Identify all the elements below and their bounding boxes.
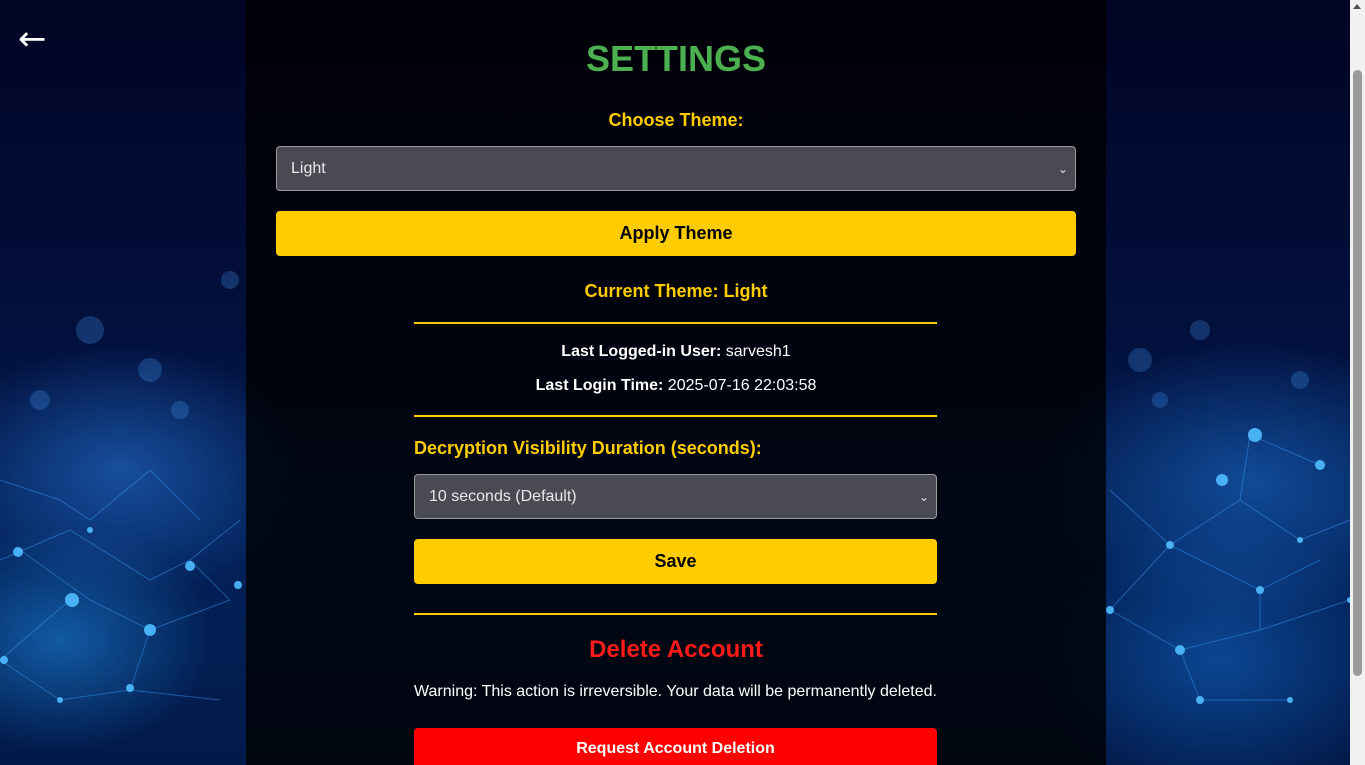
decryption-duration-select[interactable]: 10 seconds (Default) [414,474,937,519]
delete-account-heading: Delete Account [589,636,763,663]
last-user-label: Last Logged-in User: [561,343,722,360]
choose-theme-label: Choose Theme: [608,110,744,130]
last-login-row: Last Login Time: 2025-07-16 22:03:58 [246,377,1106,395]
divider [414,613,937,615]
divider [414,415,937,417]
current-theme-text: Current Theme: Light [584,281,768,301]
last-user-value: sarvesh1 [725,343,791,360]
request-account-deletion-button[interactable]: Request Account Deletion [414,728,937,765]
apply-theme-button[interactable]: Apply Theme [276,211,1076,256]
scrollbar-thumb[interactable] [1353,70,1362,676]
page-title: SETTINGS [585,38,767,79]
divider [414,322,937,324]
decryption-select-wrapper: 10 seconds (Default) ⌄ [414,474,937,519]
last-login-label: Last Login Time: [535,377,664,394]
save-button[interactable]: Save [414,539,937,584]
last-login-value: 2025-07-16 22:03:58 [667,377,817,394]
theme-select-wrapper: Light ⌄ [276,146,1076,191]
back-arrow-icon[interactable]: ← [18,22,47,56]
settings-panel: SETTINGS Choose Theme: Light ⌄ Apply The… [246,0,1106,765]
delete-warning-text: Warning: This action is irreversible. Yo… [414,683,937,700]
scroll-up-icon[interactable] [1353,4,1361,9]
page-scrollbar[interactable] [1350,0,1365,765]
decryption-duration-label: Decryption Visibility Duration (seconds)… [414,438,762,458]
theme-select[interactable]: Light [276,146,1076,191]
last-user-row: Last Logged-in User: sarvesh1 [246,343,1106,361]
